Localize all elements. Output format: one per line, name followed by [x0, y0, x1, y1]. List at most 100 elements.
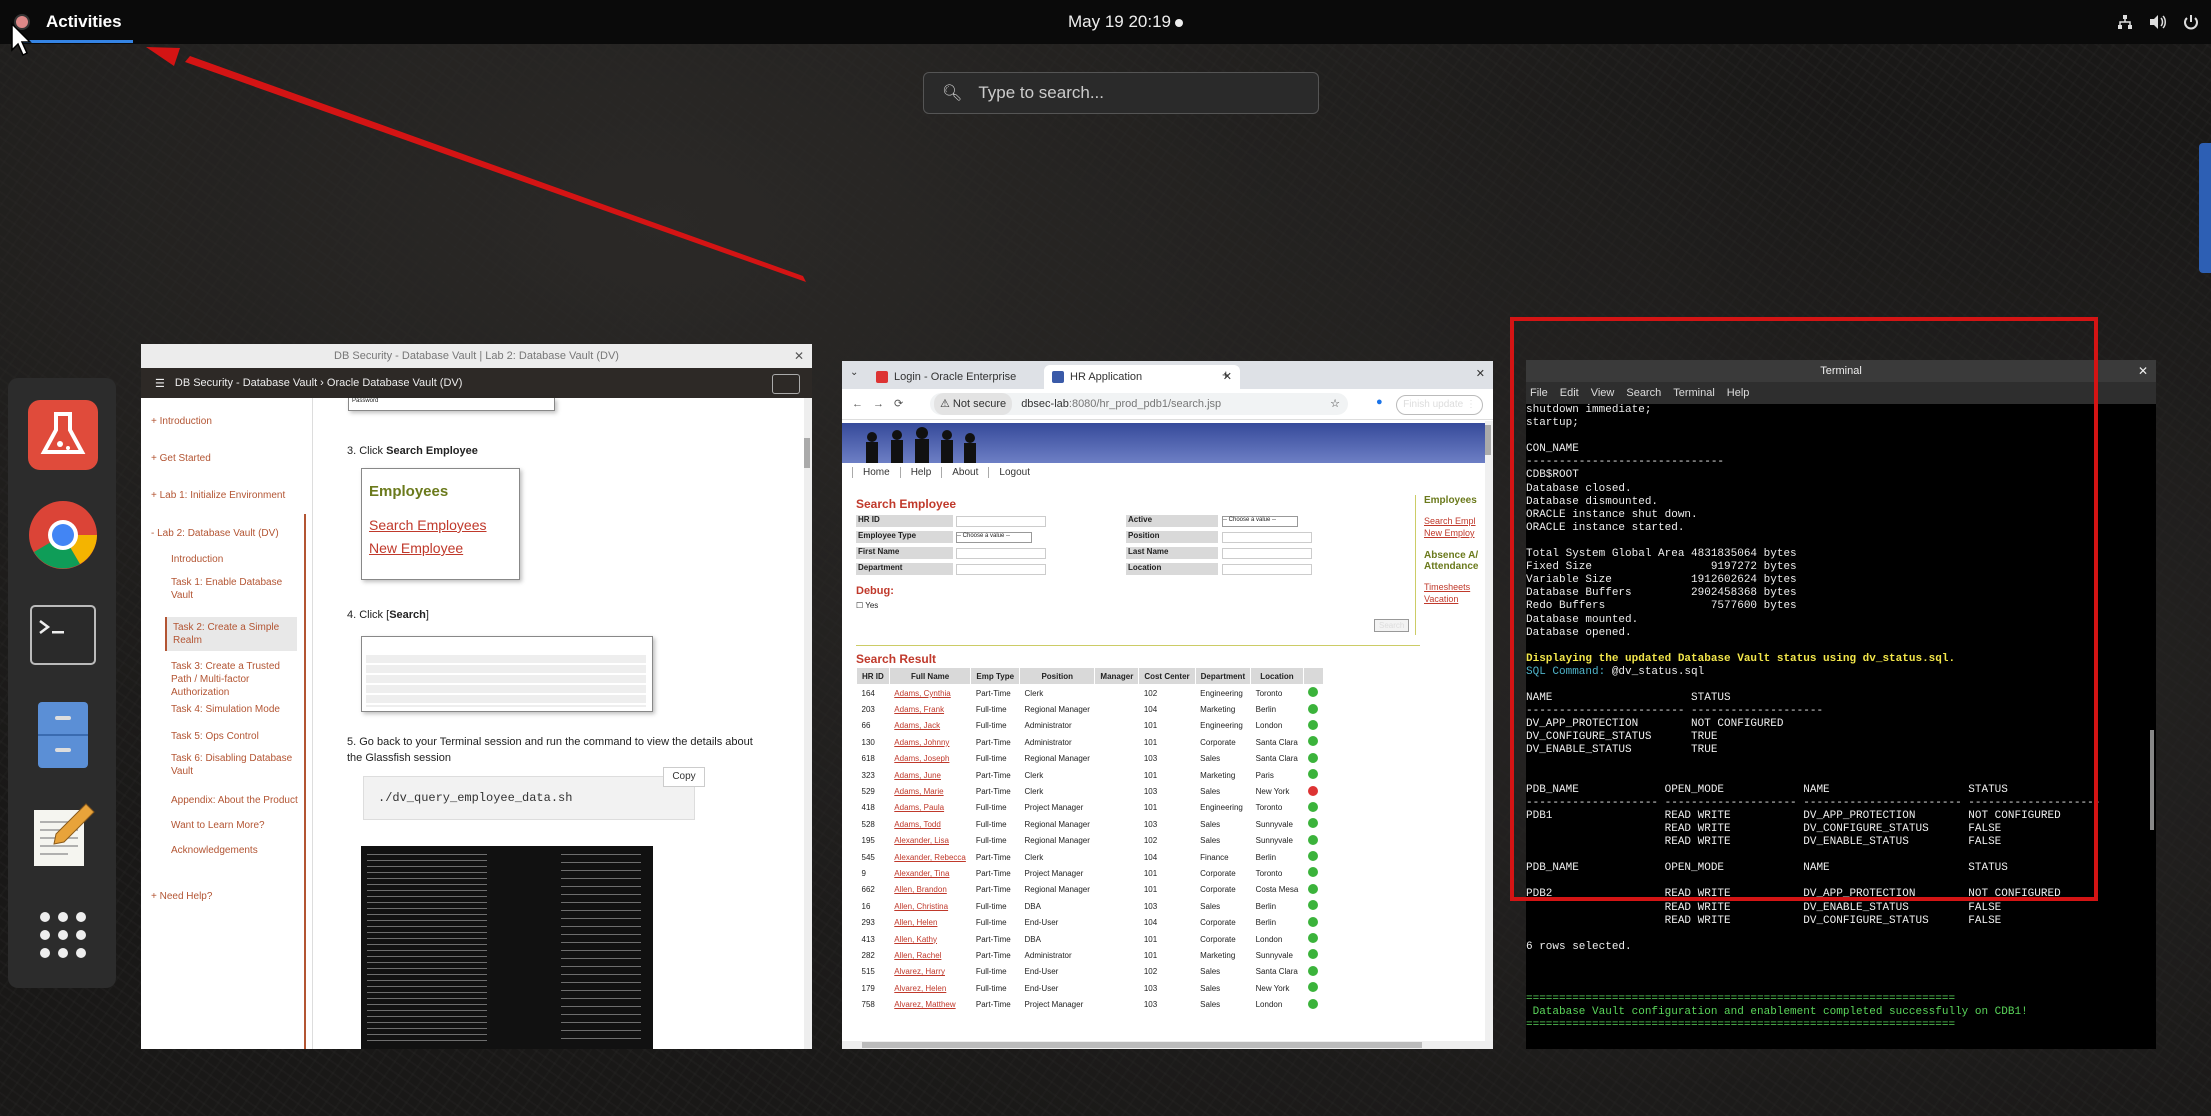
close-window-icon[interactable]: ✕	[1476, 367, 1485, 380]
vertical-scroll-thumb[interactable]	[1485, 425, 1491, 455]
horizontal-scroll-thumb[interactable]	[862, 1042, 1422, 1048]
right-new-link[interactable]: New Employ	[1424, 528, 1489, 538]
table-cell: Part-Time	[975, 1000, 1011, 1010]
firstname-input[interactable]	[956, 548, 1046, 559]
sidebar-item-lab2[interactable]: - Lab 2: Database Vault (DV)	[151, 528, 279, 539]
not-secure-badge[interactable]: ⚠ Not secure	[934, 393, 1013, 415]
sidebar-sub-task1[interactable]: Task 1: Enable Database Vault	[171, 576, 301, 602]
bookmark-star-icon[interactable]: ☆	[1330, 393, 1340, 415]
employee-name-link[interactable]: Adams, Cynthia	[889, 685, 971, 702]
tutorial-window[interactable]: DB Security - Database Vault | Lab 2: Da…	[141, 344, 812, 1049]
employee-name-link[interactable]: Allen, Christina	[889, 898, 971, 914]
activities-button[interactable]: Activities	[14, 0, 122, 44]
sidebar-sub-task3[interactable]: Task 3: Create a Trusted Path / Multi-fa…	[171, 660, 301, 699]
tab-list-icon[interactable]: ⌄	[850, 367, 858, 378]
sidebar-item-get-started[interactable]: + Get Started	[151, 453, 211, 464]
position-input[interactable]	[1222, 532, 1312, 543]
employee-name-link[interactable]: Alvarez, Harry	[889, 964, 971, 980]
profile-icon[interactable]: ●	[1376, 396, 1383, 408]
show-apps-button[interactable]	[24, 896, 102, 974]
employee-name-link[interactable]: Adams, June	[889, 767, 971, 783]
status-dot-icon	[1308, 719, 1319, 730]
table-row: 130 Adams, Johnny Part-Time Administrator 10…	[857, 734, 1324, 750]
files-launcher[interactable]	[24, 696, 102, 774]
overview-search[interactable]: 🔍︎	[923, 72, 1319, 114]
menu-logout[interactable]: Logout	[988, 467, 1040, 478]
sidebar-item-need-help[interactable]: + Need Help?	[151, 891, 212, 902]
scroll-thumb[interactable]	[804, 438, 810, 468]
terminal-launcher[interactable]	[24, 596, 102, 674]
right-search-link[interactable]: Search Empl	[1424, 516, 1489, 526]
menu-about[interactable]: About	[941, 467, 989, 478]
horizontal-scrollbar[interactable]	[842, 1041, 1493, 1049]
employee-name-link[interactable]: Alexander, Rebecca	[889, 849, 971, 865]
employee-name-link[interactable]: Adams, Paula	[889, 800, 971, 816]
employee-name-link[interactable]: Alexander, Tina	[889, 865, 971, 881]
tab-login[interactable]: Login - Oracle Enterprise✕	[868, 365, 1064, 389]
vertical-scrollbar[interactable]	[1485, 421, 1493, 1041]
address-bar[interactable]: ⚠ Not secure dbsec-lab:8080/hr_prod_pdb1…	[930, 393, 1348, 415]
browser-window[interactable]: ⌄ Login - Oracle Enterprise✕ HR Applicat…	[842, 361, 1493, 1049]
department-input[interactable]	[956, 564, 1046, 575]
menu-home[interactable]: Home	[852, 467, 900, 478]
employee-name-link[interactable]: Adams, Frank	[889, 701, 971, 717]
close-icon[interactable]: ✕	[794, 344, 804, 368]
system-tray[interactable]	[2117, 0, 2199, 44]
sidebar-sub-learn-more[interactable]: Want to Learn More?	[171, 819, 301, 832]
chrome-launcher[interactable]	[24, 496, 102, 574]
terminal-scrollbar[interactable]	[2150, 730, 2154, 830]
table-cell: Berlin	[1255, 705, 1277, 715]
table-cell: 515	[861, 967, 875, 977]
timesheets-link[interactable]: Timesheets	[1424, 582, 1489, 592]
lab-app-launcher[interactable]	[24, 396, 102, 474]
employee-name-link[interactable]: Allen, Kathy	[889, 931, 971, 947]
employee-name-link[interactable]: Allen, Helen	[889, 914, 971, 930]
employee-name-link[interactable]: Adams, Jack	[889, 718, 971, 734]
emptype-select[interactable]: -- Choose a value --	[956, 532, 1032, 543]
search-button[interactable]: Search	[1374, 619, 1410, 632]
sidebar-sub-acknowledgements[interactable]: Acknowledgements	[171, 844, 301, 857]
employee-name-link[interactable]: Alexander, Lisa	[889, 833, 971, 849]
employee-name-link[interactable]: Alvarez, Matthew	[889, 996, 971, 1012]
tab-hr-application[interactable]: HR Application ✕	[1044, 365, 1240, 389]
employee-name-link[interactable]: Adams, Marie	[889, 783, 971, 799]
debug-yes[interactable]: ☐ Yes	[856, 601, 878, 610]
sidebar-sub-task2[interactable]: Task 2: Create a Simple Realm	[165, 617, 297, 651]
sidebar-item-lab1[interactable]: + Lab 1: Initialize Environment	[151, 490, 285, 501]
employee-name-link[interactable]: Adams, Todd	[889, 816, 971, 832]
close-icon[interactable]: ✕	[2138, 360, 2148, 382]
location-input[interactable]	[1222, 564, 1312, 575]
search-input[interactable]	[976, 82, 1281, 104]
tutorial-window-title: DB Security - Database Vault | Lab 2: Da…	[141, 344, 812, 368]
tutorial-scrollbar[interactable]	[804, 398, 812, 1049]
table-cell: 102	[1143, 967, 1158, 977]
sidebar-sub-introduction[interactable]: Introduction	[171, 553, 301, 566]
nav-buttons[interactable]: ←→⟳	[852, 397, 913, 410]
sidebar-sub-task5[interactable]: Task 5: Ops Control	[171, 730, 301, 743]
lastname-input[interactable]	[1222, 548, 1312, 559]
sidebar-sub-task6[interactable]: Task 6: Disabling Database Vault	[171, 752, 301, 778]
next-workspace-edge[interactable]	[2199, 143, 2211, 273]
copy-button[interactable]: Copy	[663, 767, 705, 787]
hrid-input[interactable]	[956, 516, 1046, 527]
vacation-link[interactable]: Vacation	[1424, 594, 1489, 604]
table-row: 293 Allen, Helen Full-time End-User 104 Corpo…	[857, 914, 1324, 930]
sidebar-sub-appendix[interactable]: Appendix: About the Product	[171, 794, 301, 807]
menu-help[interactable]: Help	[899, 467, 942, 478]
active-select[interactable]: -- Choose a value --	[1222, 516, 1298, 527]
hamburger-menu-icon[interactable]: ☰	[155, 377, 165, 390]
clock[interactable]: May 19 20:19	[1068, 0, 1184, 44]
employee-name-link[interactable]: Allen, Brandon	[889, 882, 971, 898]
debug-checkbox[interactable]: ☐	[856, 601, 863, 610]
sidebar-sub-task4[interactable]: Task 4: Simulation Mode	[171, 703, 301, 716]
sidebar-item-introduction[interactable]: + Introduction	[151, 416, 212, 427]
employee-name-link[interactable]: Adams, Joseph	[889, 751, 971, 767]
employee-name-link[interactable]: Adams, Johnny	[889, 734, 971, 750]
new-tab-icon[interactable]: +	[1222, 367, 1230, 382]
finish-update-button[interactable]: Finish update ⋮	[1396, 395, 1483, 415]
employee-name-link[interactable]: Allen, Rachel	[889, 947, 971, 963]
status-dot-icon	[1308, 900, 1319, 911]
text-editor-launcher[interactable]	[24, 796, 102, 874]
employee-name-link[interactable]: Alvarez, Helen	[889, 980, 971, 996]
